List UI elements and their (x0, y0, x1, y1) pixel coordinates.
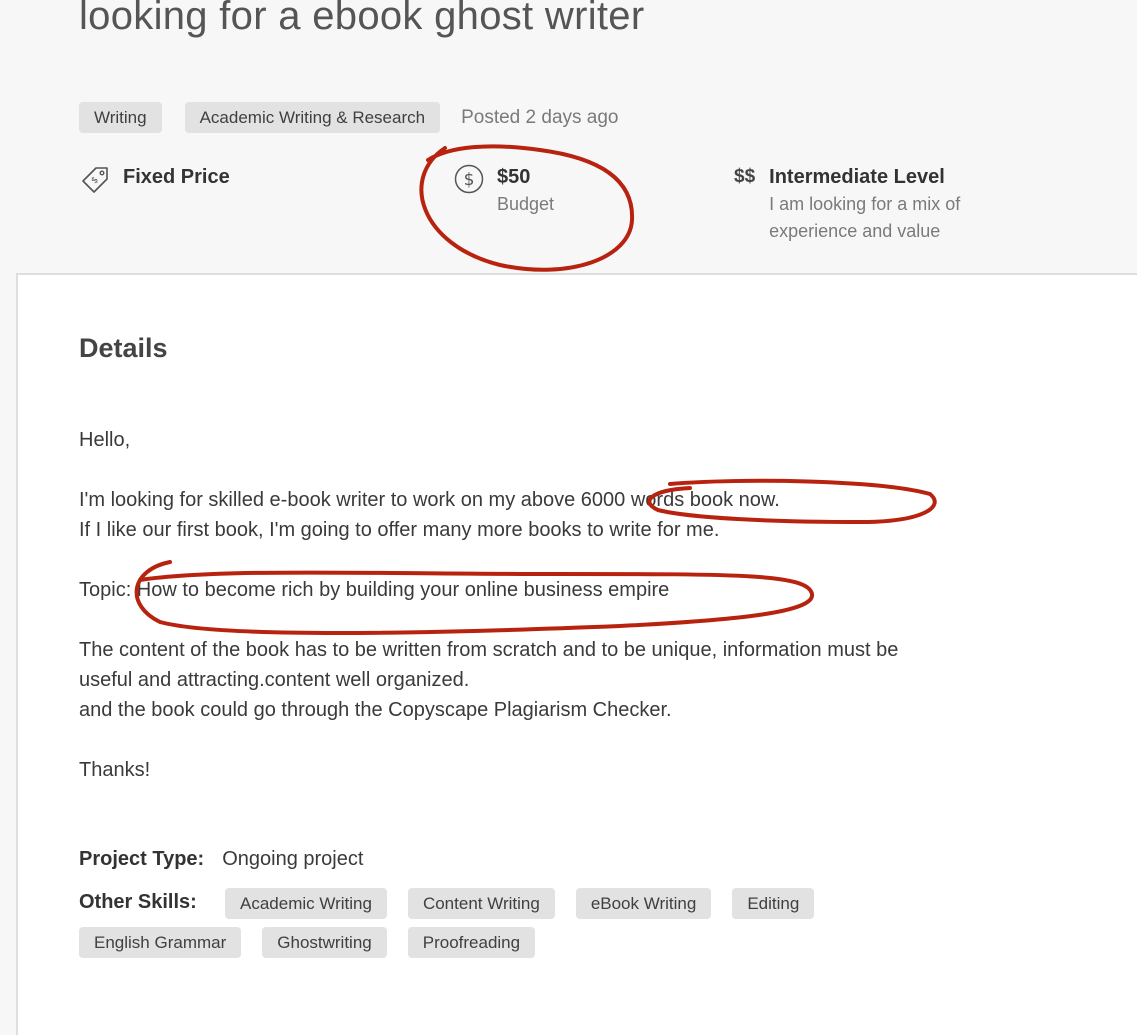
level-title: Intermediate Level (769, 166, 945, 188)
skills-row-1: Academic Writing Content Writing eBook W… (225, 888, 835, 919)
tag-writing[interactable]: Writing (79, 102, 162, 133)
other-skills-label: Other Skills: (79, 891, 197, 913)
job-description: Hello, I'm looking for skilled e-book wr… (79, 425, 1119, 785)
category-tags: Writing Academic Writing & Research Post… (79, 102, 618, 133)
topic-line: Topic: How to become rich by building yo… (79, 579, 670, 601)
skills-row-2: English Grammar Ghostwriting Proofreadin… (79, 927, 556, 958)
content-line-2: useful and attracting.content well organ… (79, 669, 470, 691)
price-type-label: Fixed Price (123, 166, 230, 188)
skill-tag-editing[interactable]: Editing (732, 888, 815, 919)
budget-label: Budget (497, 194, 555, 214)
svg-text:$: $ (464, 170, 475, 190)
skill-tag-proofreading[interactable]: Proofreading (407, 927, 536, 958)
level-desc-line1: I am looking for a mix of (769, 194, 961, 214)
price-type: $ Fixed Price (79, 163, 230, 195)
project-type: Project Type: Ongoing project (79, 846, 363, 872)
level-symbol: $$ (734, 166, 756, 187)
details-heading: Details (79, 333, 168, 363)
skill-tag-content-writing[interactable]: Content Writing (407, 888, 555, 919)
content-line-1: The content of the book has to be writte… (79, 639, 899, 661)
skill-tag-english-grammar[interactable]: English Grammar (79, 927, 242, 958)
skill-tag-ghostwriting[interactable]: Ghostwriting (262, 927, 387, 958)
posted-date: Posted 2 days ago (461, 106, 619, 128)
dollar-circle-icon: $ (454, 164, 484, 194)
content-line-3: and the book could go through the Copysc… (79, 699, 672, 721)
budget-amount: $50 (497, 166, 531, 188)
description-line-2: If I like our first book, I'm going to o… (79, 519, 720, 541)
project-type-label: Project Type: (79, 848, 205, 870)
experience-level: $$ Intermediate Level I am looking for a… (734, 163, 960, 245)
project-type-value: Ongoing project (222, 848, 364, 870)
thanks-line: Thanks! (79, 759, 151, 781)
page-title: looking for a ebook ghost writer (79, 0, 645, 38)
price-tag-icon: $ (82, 167, 108, 193)
tag-academic-writing-research[interactable]: Academic Writing & Research (184, 102, 441, 133)
skill-tag-academic-writing[interactable]: Academic Writing (225, 888, 387, 919)
description-line-1: I'm looking for skilled e-book writer to… (79, 489, 780, 511)
budget: $ $50 Budget (453, 163, 554, 218)
greeting: Hello, (79, 429, 131, 451)
skill-tag-ebook-writing[interactable]: eBook Writing (575, 888, 712, 919)
svg-text:$: $ (90, 175, 101, 186)
level-desc-line2: experience and value (769, 221, 941, 241)
